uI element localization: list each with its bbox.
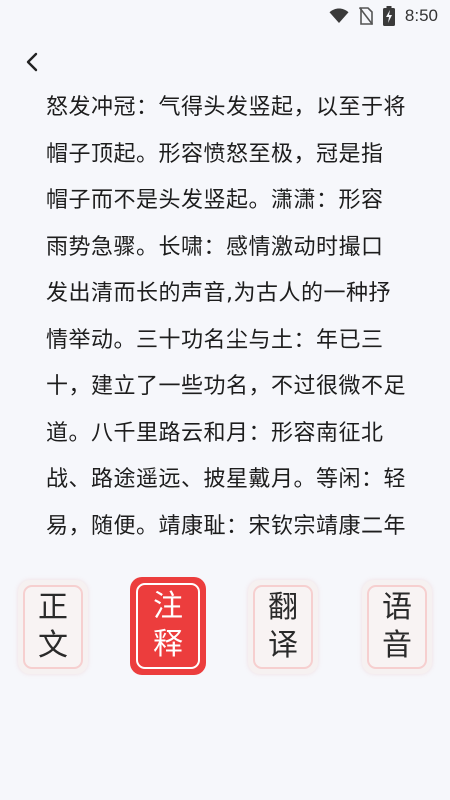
tab-label: 译: [268, 628, 298, 663]
status-time: 8:50: [404, 6, 438, 25]
tab-label: 正: [38, 590, 68, 625]
text-line: 易，随便。靖康耻：宋钦宗靖康二年: [46, 513, 407, 539]
no-sim-icon: [358, 7, 373, 25]
tab-annotation[interactable]: 注 释: [130, 577, 206, 675]
tab-label: 音: [382, 628, 412, 663]
tab-label: 文: [38, 628, 68, 663]
text-line: 雨势急骤。长啸：感情激动时撮口: [46, 234, 384, 260]
text-line: 战、路途遥远、披星戴月。等闲：轻: [46, 467, 407, 492]
text-line: 发出清而长的声音,为古人的一种抒: [46, 281, 391, 306]
text-line: 道。八千里路云和月：形容南征北: [46, 420, 384, 446]
tab-translation[interactable]: 翻 译: [248, 580, 318, 674]
annotation-text: 怒发冲冠：气得头发竖起，以至于将 帽子顶起。形容愤怒至极，冠是指 帽子而不是头发…: [46, 85, 418, 550]
status-bar: 8:50: [0, 0, 450, 32]
back-button[interactable]: [18, 50, 46, 78]
text-line: 怒发冲冠：气得头发竖起，以至于将: [46, 95, 407, 120]
text-line: 情举动。三十功名尘与土：年已三: [46, 327, 384, 353]
back-arrow-icon: [24, 51, 40, 77]
text-line: 帽子顶起。形容愤怒至极，冠是指: [46, 141, 384, 167]
tab-label: 释: [153, 627, 183, 662]
tab-label: 注: [153, 589, 183, 624]
tab-label: 翻: [268, 590, 298, 625]
wifi-icon: [329, 8, 349, 24]
tab-bar: 正 文 注 释 翻 译 语 音: [0, 577, 450, 677]
text-line: 帽子而不是头发竖起。潇潇：形容: [46, 188, 384, 213]
tab-original-text[interactable]: 正 文: [18, 580, 88, 674]
tab-audio[interactable]: 语 音: [362, 580, 432, 674]
tab-label: 语: [382, 590, 412, 625]
battery-charging-icon: [382, 6, 395, 26]
text-line: 十，建立了一些功名，不过很微不足: [46, 374, 407, 399]
